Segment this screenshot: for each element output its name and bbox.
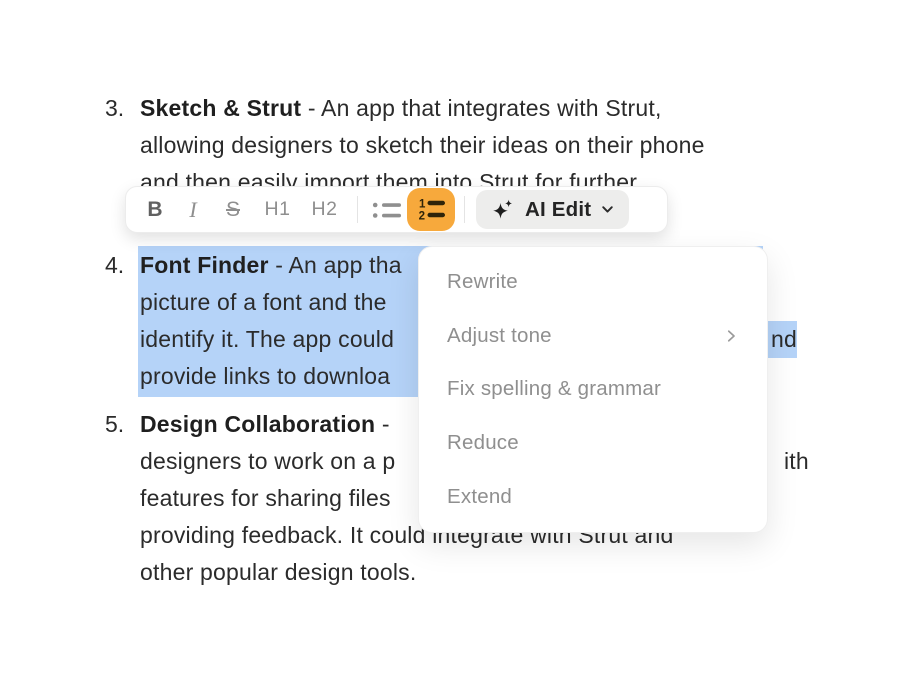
list-item-4-line-3: identify it. The app could: [140, 321, 394, 358]
list-item-3-title: Sketch & Strut: [140, 95, 301, 121]
formatting-toolbar: B I S H1 H2 1 2: [125, 186, 668, 233]
bold-button[interactable]: B: [136, 192, 174, 228]
italic-button[interactable]: I: [174, 192, 212, 228]
menu-item-label: Extend: [447, 485, 512, 509]
chevron-right-icon: [723, 328, 739, 344]
sparkles-icon: [490, 197, 516, 223]
chevron-down-icon: [600, 202, 615, 217]
menu-item-adjust-tone[interactable]: Adjust tone: [419, 309, 767, 363]
list-item-4-line-2: picture of a font and the: [140, 284, 387, 321]
list-item-4-line-1-rest: - An app tha: [269, 252, 402, 278]
menu-item-label: Adjust tone: [447, 324, 552, 348]
menu-item-reduce[interactable]: Reduce: [419, 416, 767, 470]
svg-text:2: 2: [418, 211, 424, 223]
list-number-5: 5.: [105, 406, 135, 443]
numbered-list-icon: 1 2: [416, 197, 447, 222]
bullet-list-icon: [372, 199, 403, 221]
list-item-5-line-3: features for sharing files: [140, 480, 391, 517]
list-item-3-line-1: Sketch & Strut - An app that integrates …: [140, 90, 662, 127]
list-item-3-line-2: allowing designers to sketch their ideas…: [140, 127, 705, 164]
ai-edit-label: AI Edit: [525, 198, 591, 222]
toolbar-divider: [464, 196, 465, 223]
list-item-5-line-2-tail: ith: [784, 443, 809, 480]
list-item-4-line-3-tail: nd: [771, 321, 797, 358]
list-item-4-line-4: provide links to downloa: [140, 358, 390, 395]
menu-item-rewrite[interactable]: Rewrite: [419, 255, 767, 309]
ai-edit-dropdown-menu: Rewrite Adjust tone Fix spelling & gramm…: [418, 246, 768, 533]
menu-item-label: Reduce: [447, 431, 519, 455]
list-item-3-line-1-rest: - An app that integrates with Strut,: [301, 95, 661, 121]
list-item-5-line-1: Design Collaboration -: [140, 406, 390, 443]
list-item-5-line-5: other popular design tools.: [140, 554, 416, 591]
heading1-button[interactable]: H1: [254, 192, 301, 228]
list-item-5-line-2: designers to work on a p: [140, 443, 395, 480]
bullet-list-button[interactable]: [367, 192, 407, 228]
menu-item-label: Rewrite: [447, 270, 518, 294]
list-item-4-title: Font Finder: [140, 252, 269, 278]
toolbar-divider: [357, 196, 358, 223]
list-number-4: 4.: [105, 247, 135, 284]
list-number-3: 3.: [105, 90, 135, 127]
ai-edit-button[interactable]: AI Edit: [476, 190, 629, 229]
menu-item-fix-spelling-grammar[interactable]: Fix spelling & grammar: [419, 363, 767, 417]
menu-item-extend[interactable]: Extend: [419, 470, 767, 524]
list-item-5-title: Design Collaboration: [140, 411, 375, 437]
editor-page: 3. Sketch & Strut - An app that integrat…: [0, 0, 900, 688]
menu-item-label: Fix spelling & grammar: [447, 377, 661, 401]
list-item-4-line-1: Font Finder - An app tha: [140, 247, 402, 284]
heading2-button[interactable]: H2: [301, 192, 348, 228]
list-item-5-line-1-rest: -: [375, 411, 389, 437]
numbered-list-button-active[interactable]: 1 2: [407, 188, 455, 231]
svg-text:1: 1: [419, 199, 426, 211]
strikethrough-button[interactable]: S: [212, 192, 254, 228]
